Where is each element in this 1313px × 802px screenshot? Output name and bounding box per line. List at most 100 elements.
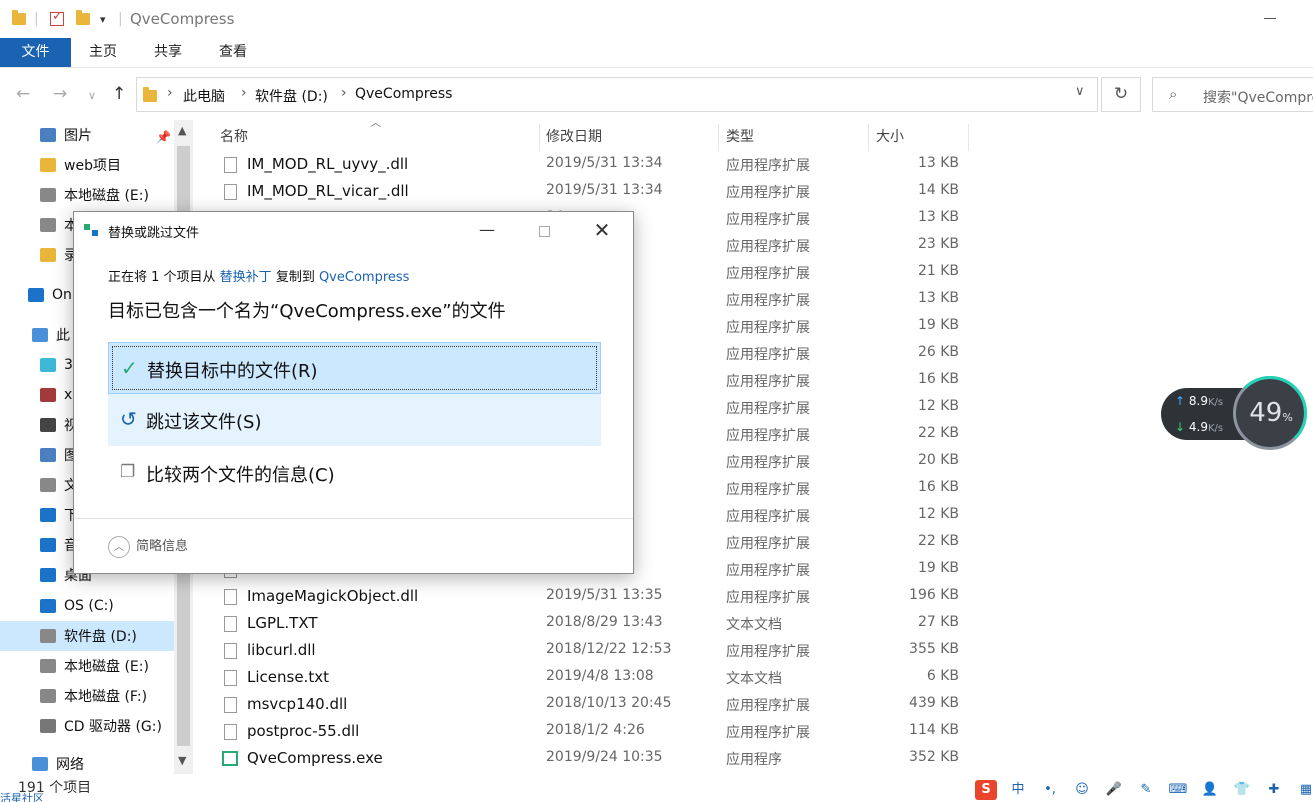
file-row[interactable]: ImageMagickObject.dll 2019/5/31 13:35 应用程序… — [220, 583, 970, 610]
file-row[interactable]: QveCompress.exe 2019/9/24 10:35 应用程序 352 KB — [220, 745, 970, 772]
ime-toolbar: S 中 •, ☺ 🎤 ✎ ⌨ 👤 👕 ✚ ▦ — [975, 778, 1313, 802]
file-type: 应用程序 — [726, 752, 782, 768]
upload-speed: ↑ 8.9K/s — [1175, 394, 1223, 408]
new-folder-icon[interactable] — [76, 8, 90, 30]
nav-item[interactable]: OS (C:) — [0, 591, 174, 621]
address-bar[interactable]: › 此电脑 › 软件盘 (D:) › QveCompress — [136, 77, 1098, 112]
microphone-icon[interactable]: 🎤 — [1103, 780, 1125, 800]
column-header-date[interactable]: 修改日期 — [546, 124, 602, 151]
file-copy-icon — [84, 224, 100, 238]
up-arrow-icon[interactable]: ↑ — [112, 84, 126, 104]
keyboard-icon[interactable]: ⌨ — [1167, 780, 1189, 800]
nav-item[interactable]: web项目 — [0, 150, 174, 180]
nav-item[interactable]: 网络 — [0, 749, 174, 776]
tab-view[interactable]: 查看 — [208, 38, 258, 67]
dialog-minimize-icon[interactable]: — — [467, 216, 507, 244]
ime-mode-indicator[interactable]: 中 — [1007, 780, 1029, 800]
file-type: 应用程序扩展 — [726, 482, 810, 498]
file-size: 352 KB — [909, 749, 959, 765]
file-size: 114 KB — [909, 722, 959, 738]
recent-dropdown-icon[interactable]: ∨ — [88, 89, 96, 102]
breadcrumb-qvecompress[interactable]: QveCompress — [355, 86, 452, 102]
punctuation-icon[interactable]: •, — [1039, 780, 1061, 800]
file-date: 2019/5/31 13:35 — [546, 587, 663, 603]
nav-item[interactable]: 本地磁盘 (F:) — [0, 681, 174, 711]
scroll-down-icon[interactable]: ▼ — [178, 754, 186, 767]
file-type: 应用程序扩展 — [726, 644, 810, 660]
breadcrumb-chevron-icon[interactable]: › — [341, 85, 347, 101]
back-arrow-icon[interactable]: ← — [16, 84, 30, 104]
breadcrumb-chevron-icon[interactable]: › — [241, 85, 247, 101]
pictures-icon — [40, 128, 56, 142]
file-type: 应用程序扩展 — [726, 698, 810, 714]
scroll-up-icon[interactable]: ▲ — [178, 124, 186, 137]
quick-access-dropdown-icon[interactable]: ▾ — [100, 8, 106, 30]
music-icon — [40, 538, 56, 552]
tab-home[interactable]: 主页 — [78, 38, 128, 67]
nav-item[interactable]: 本地磁盘 (E:) — [0, 651, 174, 681]
skip-file-label: 跳过该文件(S) — [146, 412, 262, 433]
address-dropdown-icon[interactable]: ∨ — [1075, 84, 1085, 99]
column-header-name[interactable]: 名称 — [220, 124, 248, 151]
nav-item[interactable]: CD 驱动器 (G:) — [0, 711, 174, 741]
compare-files-option[interactable]: ❐ 比较两个文件的信息(C) — [108, 447, 601, 499]
breadcrumb-drive-d[interactable]: 软件盘 (D:) — [255, 86, 328, 106]
minimize-icon[interactable] — [1264, 18, 1276, 19]
nav-item-label: web项目 — [64, 158, 121, 174]
skin-icon[interactable]: 👕 — [1231, 780, 1253, 800]
column-divider[interactable] — [539, 124, 540, 151]
user-icon[interactable]: 👤 — [1199, 780, 1221, 800]
fewer-details-toggle[interactable]: ︿ 简略信息 — [108, 535, 188, 558]
column-header-size[interactable]: 大小 — [876, 124, 904, 151]
sort-ascending-icon: ︿ — [370, 116, 381, 129]
column-divider[interactable] — [868, 124, 869, 151]
search-box[interactable]: ⌕ 搜索"QveCompress" — [1152, 77, 1313, 112]
nav-item[interactable]: 本地磁盘 (E:) — [0, 180, 174, 210]
toolbox-icon[interactable]: ✚ — [1263, 780, 1285, 800]
emoji-icon[interactable]: ☺ — [1071, 780, 1093, 800]
file-row[interactable]: IM_MOD_RL_uyvy_.dll 2019/5/31 13:34 应用程序扩展… — [220, 151, 970, 178]
file-row[interactable]: IM_MOD_RL_vicar_.dll 2019/5/31 13:34 应用程序扩… — [220, 178, 970, 205]
column-divider[interactable] — [718, 124, 719, 151]
refresh-button[interactable]: ↻ — [1101, 77, 1141, 112]
grid-menu-icon[interactable]: ▦ — [1295, 780, 1313, 800]
file-row[interactable]: libcurl.dll 2018/12/22 12:53 应用程序扩展 355 KB — [220, 637, 970, 664]
compare-files-label: 比较两个文件的信息(C) — [146, 465, 335, 486]
network-speed-widget[interactable]: ↑ 8.9K/s ↓ 4.9K/s 49% — [1161, 376, 1309, 450]
destination-folder-link[interactable]: QveCompress — [319, 270, 409, 285]
column-divider[interactable] — [968, 124, 969, 151]
file-row[interactable]: postproc-55.dll 2018/1/2 4:26 应用程序扩展 114 KB — [220, 718, 970, 745]
file-size: 16 KB — [917, 371, 959, 387]
file-row[interactable]: LGPL.TXT 2018/8/29 13:43 文本文档 27 KB — [220, 610, 970, 637]
nav-item[interactable]: 图片 — [0, 120, 174, 150]
breadcrumb-chevron-icon[interactable]: › — [167, 85, 173, 101]
pin-icon[interactable]: 📌 — [156, 130, 171, 144]
file-row[interactable]: License.txt 2019/4/8 13:08 文本文档 6 KB — [220, 664, 970, 691]
tab-file[interactable]: 文件 — [0, 38, 71, 67]
replace-file-option[interactable]: ✓ 替换目标中的文件(R) — [108, 342, 601, 394]
ribbon: 文件 主页 共享 查看 — [0, 38, 1313, 68]
copy-text-prefix: 正在将 1 个项目从 — [108, 270, 220, 285]
handwriting-icon[interactable]: ✎ — [1135, 780, 1157, 800]
forward-arrow-icon[interactable]: → — [53, 84, 67, 104]
sogou-ime-icon[interactable]: S — [975, 780, 997, 800]
breadcrumb-this-pc[interactable]: 此电脑 — [183, 86, 225, 106]
skip-file-option[interactable]: ↺ 跳过该文件(S) — [108, 394, 601, 446]
search-icon: ⌕ — [1169, 85, 1178, 103]
tab-share[interactable]: 共享 — [143, 38, 193, 67]
drive-icon — [40, 629, 56, 643]
dll-file-icon — [224, 643, 237, 659]
nav-item[interactable]: 软件盘 (D:) — [0, 621, 174, 651]
file-row[interactable]: msvcp140.dll 2018/10/13 20:45 应用程序扩展 439 KB — [220, 691, 970, 718]
search-input[interactable]: 搜索"QveCompress" — [1203, 87, 1313, 107]
file-name: msvcp140.dll — [247, 695, 348, 713]
address-folder-icon — [143, 87, 157, 102]
column-header-type[interactable]: 类型 — [726, 124, 754, 151]
source-folder-link[interactable]: 替换补丁 — [220, 270, 272, 285]
file-type: 应用程序扩展 — [726, 239, 810, 255]
file-name: License.txt — [247, 668, 329, 686]
properties-check-icon[interactable] — [50, 8, 64, 30]
file-size: 26 KB — [917, 344, 959, 360]
dialog-close-icon[interactable]: ✕ — [582, 216, 622, 244]
winrar-icon — [40, 388, 56, 402]
